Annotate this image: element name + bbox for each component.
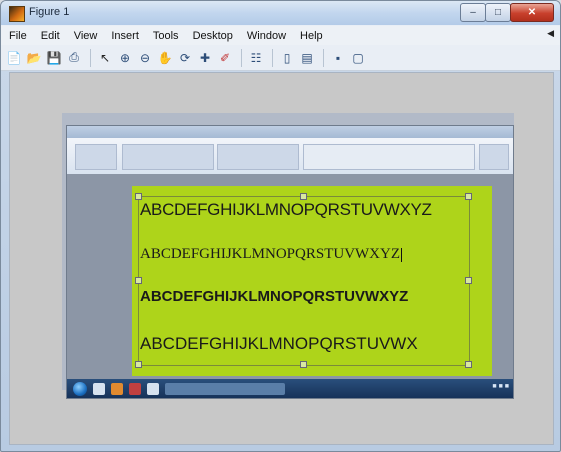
close-icon: ✕ [527,7,537,18]
menu-tools[interactable]: Tools [147,30,185,42]
toolbar-separator [90,48,91,67]
menu-insert[interactable]: Insert [105,30,145,42]
doc-text-line-2: ABCDEFGHIJKLMNOPQRSTUVWXYZ [140,246,403,263]
show-tools-icon[interactable]: ▢ [349,49,367,67]
resize-handle [465,277,472,284]
data-cursor-icon[interactable]: ✚ [196,49,214,67]
save-icon[interactable]: 💾 [45,49,63,67]
brush-icon[interactable]: ✐ [216,49,234,67]
zoom-out-icon[interactable]: ⊖ [136,49,154,67]
new-figure-icon[interactable]: 📄 [5,49,23,67]
resize-handle [300,361,307,368]
text-caret [401,247,403,262]
menu-edit[interactable]: Edit [35,30,66,42]
menu-dock-arrow-icon[interactable]: ◀ [547,28,554,39]
image-taskbar: ■ ■ ■ [67,379,513,398]
pointer-icon[interactable]: ↖ [96,49,114,67]
print-icon[interactable]: ⎙ [65,49,83,67]
taskbar-app-icon [147,382,159,395]
menu-file[interactable]: File [3,30,33,42]
title-bar[interactable]: Figure 1 – □ ✕ [1,1,560,25]
menu-bar: File Edit View Insert Tools Desktop Wind… [1,25,560,46]
image-ribbon [67,138,513,175]
close-button[interactable]: ✕ [510,3,554,22]
start-orb-icon [73,381,87,396]
toolbar-separator [272,48,273,67]
image-window-title-bar [67,126,513,138]
menu-help[interactable]: Help [294,30,329,42]
menu-desktop[interactable]: Desktop [187,30,239,42]
displayed-image: ABCDEFGHIJKLMNOPQRSTUVWXYZ ABCDEFGHIJKLM… [66,125,514,399]
menu-view[interactable]: View [68,30,104,42]
resize-handle [135,361,142,368]
resize-handle [135,193,142,200]
ribbon-group [75,144,117,170]
minimize-icon: – [470,7,476,18]
link-icon[interactable]: ☷ [247,49,265,67]
taskbar-app-icon [111,382,123,395]
doc-text-line-4: ABCDEFGHIJKLMNOPQRSTUVWX [140,334,418,353]
doc-text-line-1: ABCDEFGHIJKLMNOPQRSTUVWXYZ [140,200,432,219]
menu-window[interactable]: Window [241,30,292,42]
toolbar-separator [323,48,324,67]
ribbon-group [217,144,299,170]
doc-text-line-3: ABCDEFGHIJKLMNOPQRSTUVWXYZ [140,288,409,305]
minimize-button[interactable]: – [460,3,486,22]
resize-handle [465,193,472,200]
pan-icon[interactable]: ✋ [156,49,174,67]
caption-buttons: – □ ✕ [460,3,554,22]
resize-handle [300,193,307,200]
resize-handle [465,361,472,368]
hide-tools-icon[interactable]: ▪ [329,49,347,67]
ribbon-group [479,144,509,170]
rotate-icon[interactable]: ⟳ [176,49,194,67]
zoom-in-icon[interactable]: ⊕ [116,49,134,67]
ribbon-styles [303,144,475,170]
system-tray: ■ ■ ■ [492,383,509,390]
figure-toolbar: 📄 📂 💾 ⎙ ↖ ⊕ ⊖ ✋ ⟳ ✚ ✐ ☷ ▯ ▤ ▪ ▢ [1,45,560,71]
document-page: ABCDEFGHIJKLMNOPQRSTUVWXYZ ABCDEFGHIJKLM… [132,186,492,376]
figure-window: Figure 1 – □ ✕ File Edit View Insert Too… [0,0,561,452]
taskbar-app-icon [93,382,105,395]
legend-icon[interactable]: ▤ [298,49,316,67]
figure-canvas[interactable]: ABCDEFGHIJKLMNOPQRSTUVWXYZ ABCDEFGHIJKLM… [9,72,554,445]
window-title: Figure 1 [29,6,70,18]
ribbon-group [122,144,214,170]
toolbar-separator [241,48,242,67]
taskbar-app-icon [129,382,141,395]
matlab-icon [9,6,25,22]
taskbar-window-item [165,382,285,395]
maximize-button[interactable]: □ [485,3,511,22]
resize-handle [135,277,142,284]
colorbar-icon[interactable]: ▯ [278,49,296,67]
open-icon[interactable]: 📂 [25,49,43,67]
doc-text-line-2-text: ABCDEFGHIJKLMNOPQRSTUVWXYZ [140,246,401,262]
maximize-icon: □ [494,7,502,18]
